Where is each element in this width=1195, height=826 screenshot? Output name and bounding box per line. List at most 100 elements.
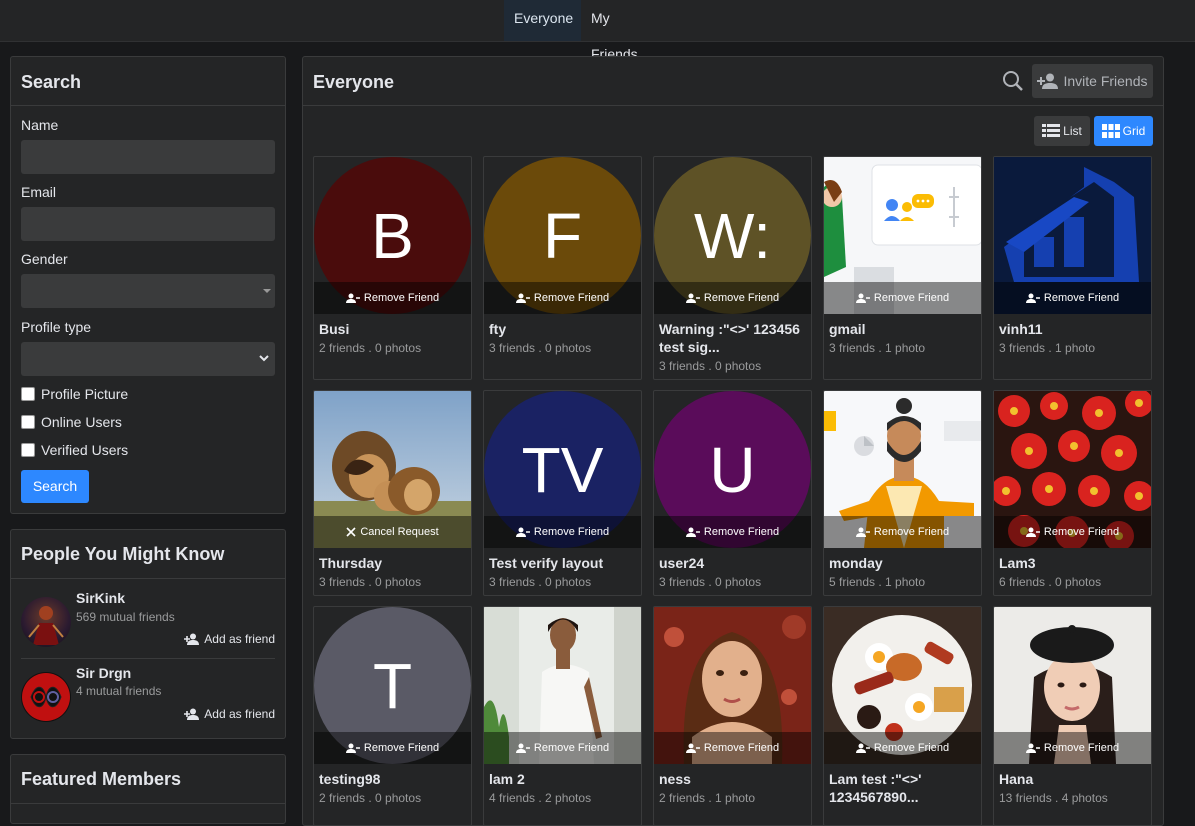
remove-friend-button[interactable]: Remove Friend — [824, 282, 981, 314]
remove-friend-button[interactable]: Remove Friend — [824, 732, 981, 764]
member-name[interactable]: Lam test :"<>' 1234567890... — [829, 770, 977, 806]
member-meta: 3 friends . 0 photos — [489, 575, 592, 589]
member-card[interactable]: Remove Friend lam 2 4 friends . 2 photos — [483, 606, 642, 826]
member-card[interactable]: Remove Friend gmail 3 friends . 1 photo — [823, 156, 982, 380]
member-card[interactable]: Remove Friend monday 5 friends . 1 photo — [823, 390, 982, 596]
remove-friend-button[interactable]: Remove Friend — [654, 282, 811, 314]
card-image[interactable]: Remove Friend — [994, 391, 1151, 548]
remove-friend-button[interactable]: Remove Friend — [484, 516, 641, 548]
remove-person-icon — [855, 527, 870, 537]
gender-select[interactable] — [21, 274, 275, 308]
card-image[interactable]: Remove Friend — [824, 157, 981, 314]
remove-person-icon — [515, 293, 530, 303]
member-name[interactable]: gmail — [829, 320, 977, 338]
remove-person-icon — [515, 527, 530, 537]
card-image[interactable]: Remove Friend — [994, 157, 1151, 314]
avatar[interactable] — [21, 672, 71, 722]
people-item: SirKink 569 mutual friends Add as friend — [21, 587, 275, 657]
member-name[interactable]: fty — [489, 320, 637, 338]
name-input[interactable] — [21, 140, 275, 174]
remove-friend-button[interactable]: Remove Friend — [314, 282, 471, 314]
card-image[interactable]: Remove Friend — [484, 607, 641, 764]
member-name[interactable]: Thursday — [319, 554, 467, 572]
member-name[interactable]: user24 — [659, 554, 807, 572]
action-label: Remove Friend — [533, 526, 610, 538]
member-card[interactable]: T Remove Friend testing98 2 friends . 0 … — [313, 606, 472, 826]
featured-title: Featured Members — [21, 769, 182, 789]
list-view-button[interactable]: List — [1034, 116, 1090, 146]
chevron-down-icon — [259, 355, 269, 362]
remove-friend-button[interactable]: Remove Friend — [654, 516, 811, 548]
action-label: Remove Friend — [533, 742, 610, 754]
card-image[interactable]: F Remove Friend — [484, 157, 641, 314]
email-label: Email — [21, 184, 57, 200]
member-card[interactable]: Remove Friend Lam3 6 friends . 0 photos — [993, 390, 1152, 596]
member-card[interactable]: B Remove Friend Busi 2 friends . 0 photo… — [313, 156, 472, 380]
add-as-friend-button[interactable]: Add as friend — [184, 632, 275, 646]
remove-friend-button[interactable]: Remove Friend — [994, 732, 1151, 764]
card-image[interactable]: W: Remove Friend — [654, 157, 811, 314]
member-card[interactable]: F Remove Friend fty 3 friends . 0 photos — [483, 156, 642, 380]
member-name[interactable]: monday — [829, 554, 977, 572]
tab-everyone[interactable]: Everyone — [504, 0, 581, 41]
email-input[interactable] — [21, 207, 275, 241]
remove-friend-button[interactable]: Remove Friend — [484, 282, 641, 314]
action-label: Cancel Request — [360, 526, 439, 538]
card-image[interactable]: Remove Friend — [994, 607, 1151, 764]
action-label: Remove Friend — [703, 526, 780, 538]
member-card[interactable]: Remove Friend Lam test :"<>' 1234567890.… — [823, 606, 982, 826]
checkbox-icon[interactable] — [21, 415, 35, 429]
card-image[interactable]: Cancel Request — [314, 391, 471, 548]
card-image[interactable]: Remove Friend — [654, 607, 811, 764]
card-image[interactable]: B Remove Friend — [314, 157, 471, 314]
member-card[interactable]: Remove Friend vinh11 3 friends . 1 photo — [993, 156, 1152, 380]
member-card[interactable]: W: Remove Friend Warning :"<>' 123456 te… — [653, 156, 812, 380]
member-name[interactable]: lam 2 — [489, 770, 637, 788]
featured-members-panel: Featured Members — [10, 754, 286, 824]
person-name[interactable]: SirKink — [76, 590, 125, 606]
member-name[interactable]: Lam3 — [999, 554, 1147, 572]
remove-friend-button[interactable]: Remove Friend — [824, 516, 981, 548]
card-image[interactable]: Remove Friend — [824, 607, 981, 764]
cancel-request-button[interactable]: Cancel Request — [314, 516, 471, 548]
invite-friends-button[interactable]: Invite Friends — [1032, 64, 1153, 98]
checkbox-icon[interactable] — [21, 387, 35, 401]
checkbox-icon[interactable] — [21, 443, 35, 457]
member-name[interactable]: vinh11 — [999, 320, 1147, 338]
member-name[interactable]: Hana — [999, 770, 1147, 788]
card-image[interactable]: U Remove Friend — [654, 391, 811, 548]
avatar[interactable] — [21, 597, 71, 647]
grid-view-button[interactable]: Grid — [1094, 116, 1153, 146]
remove-person-icon — [685, 527, 700, 537]
card-image[interactable]: TV Remove Friend — [484, 391, 641, 548]
member-card[interactable]: U Remove Friend user24 3 friends . 0 pho… — [653, 390, 812, 596]
member-name[interactable]: testing98 — [319, 770, 467, 788]
member-card[interactable]: TV Remove Friend Test verify layout 3 fr… — [483, 390, 642, 596]
member-card[interactable]: Remove Friend ness 2 friends . 1 photo — [653, 606, 812, 826]
member-name[interactable]: Test verify layout — [489, 554, 637, 572]
member-card[interactable]: Cancel Request Thursday 3 friends . 0 ph… — [313, 390, 472, 596]
remove-friend-button[interactable]: Remove Friend — [484, 732, 641, 764]
remove-friend-button[interactable]: Remove Friend — [654, 732, 811, 764]
member-name[interactable]: ness — [659, 770, 807, 788]
member-name[interactable]: Warning :"<>' 123456 test sig... — [659, 320, 807, 356]
remove-friend-button[interactable]: Remove Friend — [994, 282, 1151, 314]
avatar-image — [22, 673, 70, 721]
mutual-friends: 4 mutual friends — [76, 684, 162, 698]
add-person-icon — [1037, 73, 1059, 89]
profile-picture-checkbox[interactable]: Profile Picture — [21, 385, 128, 403]
card-image[interactable]: Remove Friend — [824, 391, 981, 548]
remove-friend-button[interactable]: Remove Friend — [994, 516, 1151, 548]
online-users-checkbox[interactable]: Online Users — [21, 413, 122, 431]
profile-type-select[interactable] — [21, 342, 275, 376]
member-card[interactable]: Remove Friend Hana 13 friends . 4 photos — [993, 606, 1152, 826]
person-name[interactable]: Sir Drgn — [76, 665, 131, 681]
search-icon[interactable] — [1002, 70, 1024, 92]
card-image[interactable]: T Remove Friend — [314, 607, 471, 764]
verified-users-checkbox[interactable]: Verified Users — [21, 441, 128, 459]
member-name[interactable]: Busi — [319, 320, 467, 338]
search-button[interactable]: Search — [21, 470, 89, 503]
add-as-friend-button[interactable]: Add as friend — [184, 707, 275, 721]
tab-my-friends[interactable]: My Friends — [581, 0, 669, 62]
remove-friend-button[interactable]: Remove Friend — [314, 732, 471, 764]
